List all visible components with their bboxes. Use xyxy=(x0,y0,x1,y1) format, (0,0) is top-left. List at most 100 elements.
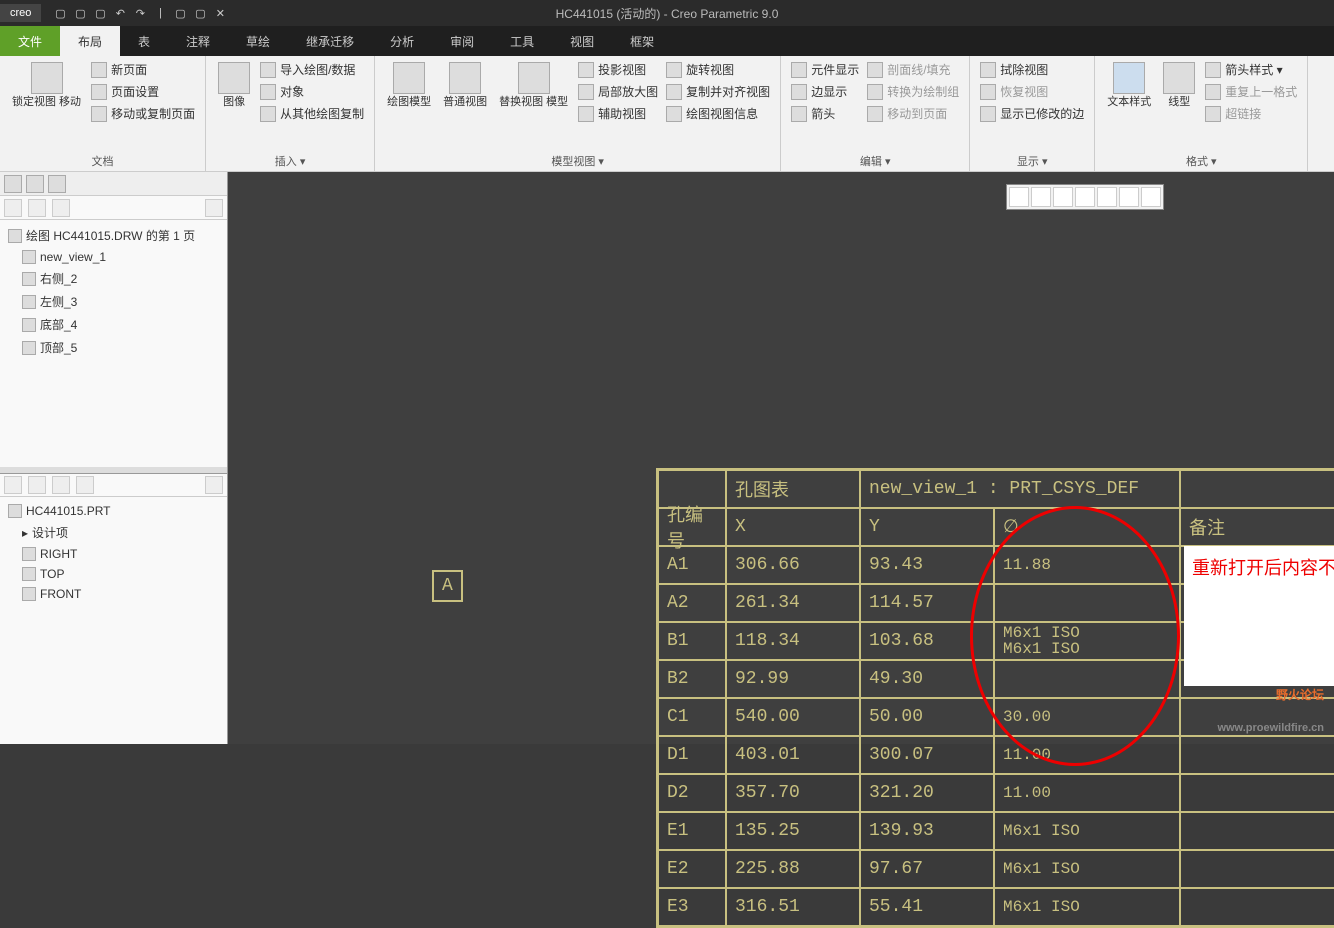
close-icon[interactable]: ✕ xyxy=(211,4,229,22)
zoom-in-icon[interactable] xyxy=(1031,187,1051,207)
style-icon[interactable] xyxy=(1119,187,1139,207)
zoom-out-icon[interactable] xyxy=(1053,187,1073,207)
tab-table[interactable]: 表 xyxy=(120,26,168,56)
general-view-button[interactable]: 普通视图 xyxy=(439,60,491,111)
tree-item-right[interactable]: RIGHT xyxy=(4,544,223,564)
new-page-button[interactable]: 新页面 xyxy=(89,60,197,79)
ribbon: 锁定视图 移动 新页面 页面设置 移动或复制页面 文档 图像 导入绘图/数据 对… xyxy=(0,56,1334,172)
text-style-button[interactable]: 文本样式 xyxy=(1103,60,1155,111)
replace-view-model-button[interactable]: 替换视图 模型 xyxy=(495,60,572,111)
drawing-tree: 绘图 HC441015.DRW 的第 1 页 new_view_1 右侧_2 左… xyxy=(0,220,227,467)
mtree-icon-3[interactable] xyxy=(52,476,70,494)
app-logo: creo xyxy=(0,4,41,22)
th: 孔编号 xyxy=(658,508,726,546)
table-row[interactable]: D1403.01300.0711.00 xyxy=(658,736,1334,774)
tab-frame[interactable]: 框架 xyxy=(612,26,672,56)
hyperlink-button: 超链接 xyxy=(1203,104,1299,123)
view-label-a[interactable]: A xyxy=(432,570,463,602)
th: 孔图表 xyxy=(726,470,860,508)
tab-review[interactable]: 审阅 xyxy=(432,26,492,56)
object-button[interactable]: 对象 xyxy=(258,82,366,101)
tab-view[interactable]: 视图 xyxy=(552,26,612,56)
save-icon[interactable]: ▢ xyxy=(91,4,109,22)
tree-filter-icon[interactable] xyxy=(52,199,70,217)
copy-from-drawing-button[interactable]: 从其他绘图复制 xyxy=(258,104,366,123)
table-row[interactable]: E2225.8897.67M6x1 ISO xyxy=(658,850,1334,888)
page-setup-button[interactable]: 页面设置 xyxy=(89,82,197,101)
mtree-icon-2[interactable] xyxy=(28,476,46,494)
tab-sketch[interactable]: 草绘 xyxy=(228,26,288,56)
tree-item-right2[interactable]: 右侧_2 xyxy=(4,267,223,290)
arrow-button[interactable]: 箭头 xyxy=(789,104,861,123)
undo-icon[interactable]: ↶ xyxy=(111,4,129,22)
open-icon[interactable]: ▢ xyxy=(71,4,89,22)
th: new_view_1 : PRT_CSYS_DEF xyxy=(860,470,1180,508)
rotate-view-button[interactable]: 旋转视图 xyxy=(664,60,772,79)
mtree-settings-icon[interactable] xyxy=(205,476,223,494)
group-label-edit: 编辑 ▾ xyxy=(789,151,961,169)
sidebar: 绘图 HC441015.DRW 的第 1 页 new_view_1 右侧_2 左… xyxy=(0,172,228,744)
group-label-doc: 文档 xyxy=(8,151,197,169)
erase-view-button[interactable]: 拭除视图 xyxy=(978,60,1086,79)
tab-annotate[interactable]: 注释 xyxy=(168,26,228,56)
zoom-fit-icon[interactable] xyxy=(1009,187,1029,207)
show-modified-edges-button[interactable]: 显示已修改的边 xyxy=(978,104,1086,123)
repaint-icon[interactable] xyxy=(1097,187,1117,207)
line-style-button[interactable]: 线型 xyxy=(1159,60,1199,111)
lock-view-move-button[interactable]: 锁定视图 移动 xyxy=(8,60,85,111)
annotation-text: 重新打开后内容不对 xyxy=(1184,546,1334,686)
group-label-format: 格式 ▾ xyxy=(1103,151,1299,169)
view-info-button[interactable]: 绘图视图信息 xyxy=(664,104,772,123)
sidebar-tab-2[interactable] xyxy=(26,175,44,193)
quick-access-toolbar: ▢ ▢ ▢ ↶ ↷ | ▢ ▢ ✕ xyxy=(45,4,235,22)
mtree-icon-4[interactable] xyxy=(76,476,94,494)
tab-analysis[interactable]: 分析 xyxy=(372,26,432,56)
move-copy-page-button[interactable]: 移动或复制页面 xyxy=(89,104,197,123)
redo-icon[interactable]: ↷ xyxy=(131,4,149,22)
tree-collapse-icon[interactable] xyxy=(28,199,46,217)
file-menu[interactable]: 文件 xyxy=(0,26,60,56)
component-display-button[interactable]: 元件显示 xyxy=(789,60,861,79)
detail-view-button[interactable]: 局部放大图 xyxy=(576,82,660,101)
tree-settings-icon[interactable] xyxy=(205,199,223,217)
layers-icon[interactable] xyxy=(1141,187,1161,207)
aux-view-button[interactable]: 辅助视图 xyxy=(576,104,660,123)
tree-item-top5[interactable]: 顶部_5 xyxy=(4,336,223,359)
th xyxy=(1180,470,1334,508)
tree-item-newview1[interactable]: new_view_1 xyxy=(4,247,223,267)
tree-item-design[interactable]: ▸ 设计项 xyxy=(4,521,223,544)
tree-expand-icon[interactable] xyxy=(4,199,22,217)
tree-item-left3[interactable]: 左侧_3 xyxy=(4,290,223,313)
tab-layout[interactable]: 布局 xyxy=(60,26,120,56)
move-to-page-button: 移动到页面 xyxy=(865,104,961,123)
table-row[interactable]: E1135.25139.93M6x1 ISO xyxy=(658,812,1334,850)
drawing-model-button[interactable]: 绘图模型 xyxy=(383,60,435,111)
mtree-icon-1[interactable] xyxy=(4,476,22,494)
window-icon[interactable]: ▢ xyxy=(191,4,209,22)
image-button[interactable]: 图像 xyxy=(214,60,254,111)
tab-inherit[interactable]: 继承迁移 xyxy=(288,26,372,56)
sidebar-tab-1[interactable] xyxy=(4,175,22,193)
edge-display-button[interactable]: 边显示 xyxy=(789,82,861,101)
projection-view-button[interactable]: 投影视图 xyxy=(576,60,660,79)
document-title: HC441015 (活动的) - Creo Parametric 9.0 xyxy=(556,5,779,22)
table-row[interactable]: D2357.70321.2011.00 xyxy=(658,774,1334,812)
copy-align-view-button[interactable]: 复制并对齐视图 xyxy=(664,82,772,101)
tree-root-drawing[interactable]: 绘图 HC441015.DRW 的第 1 页 xyxy=(4,224,223,247)
arrow-style-button[interactable]: 箭头样式 ▾ xyxy=(1203,60,1299,79)
watermark: 野火论坛 www.proewildfire.cn xyxy=(1217,674,1324,738)
pan-icon[interactable] xyxy=(1075,187,1095,207)
tree-root-part[interactable]: HC441015.PRT xyxy=(4,501,223,521)
import-drawing-button[interactable]: 导入绘图/数据 xyxy=(258,60,366,79)
regen-icon[interactable]: ▢ xyxy=(171,4,189,22)
table-row[interactable]: E3316.5155.41M6x1 ISO xyxy=(658,888,1334,926)
tree-item-bottom4[interactable]: 底部_4 xyxy=(4,313,223,336)
new-icon[interactable]: ▢ xyxy=(51,4,69,22)
drawing-canvas[interactable]: A 孔图表new_view_1 : PRT_CSYS_DEF孔编号XY∅备注A1… xyxy=(228,172,1334,744)
hatch-fill-button: 剖面线/填充 xyxy=(865,60,961,79)
sidebar-tab-3[interactable] xyxy=(48,175,66,193)
convert-draft-button: 转换为绘制组 xyxy=(865,82,961,101)
tree-item-front[interactable]: FRONT xyxy=(4,584,223,604)
tab-tools[interactable]: 工具 xyxy=(492,26,552,56)
tree-item-top[interactable]: TOP xyxy=(4,564,223,584)
